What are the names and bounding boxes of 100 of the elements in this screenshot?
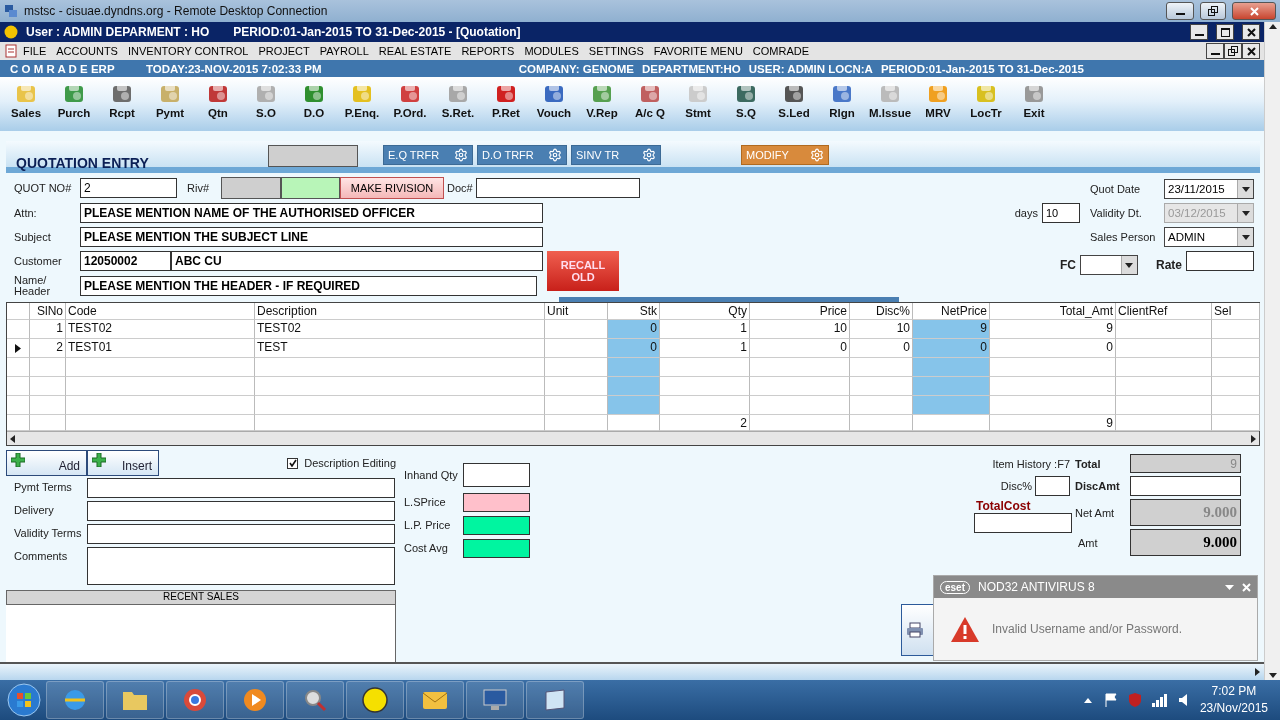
toolbar-button[interactable]: Exit xyxy=(1010,81,1058,131)
total-cost-field[interactable] xyxy=(974,513,1072,533)
value-field[interactable] xyxy=(463,515,530,535)
toolbar-button[interactable]: S.Q xyxy=(722,81,770,131)
column-header[interactable]: Qty xyxy=(660,303,750,320)
flag-icon[interactable] xyxy=(1103,693,1118,707)
toolbar-button[interactable]: S.Led xyxy=(770,81,818,131)
customer-code-field[interactable]: 12050002 xyxy=(80,251,171,271)
column-header[interactable]: ClientRef xyxy=(1116,303,1212,320)
toolbar-button[interactable]: A/c Q xyxy=(626,81,674,131)
comments-field[interactable] xyxy=(87,547,395,585)
action-button[interactable]: E.Q TRFR xyxy=(383,145,473,165)
maximize-button[interactable] xyxy=(1216,24,1234,40)
toolbar-button[interactable]: Rlgn xyxy=(818,81,866,131)
menu-item[interactable]: REAL ESTATE xyxy=(373,45,457,57)
toolbar-button[interactable]: Vouch xyxy=(530,81,578,131)
taskbar-button[interactable] xyxy=(526,681,584,719)
value-field[interactable] xyxy=(463,492,530,512)
scrollbar[interactable] xyxy=(0,662,1264,680)
toolbar-button[interactable]: Pymt xyxy=(146,81,194,131)
menu-item[interactable]: PROJECT xyxy=(253,45,315,57)
discount-percent-field[interactable] xyxy=(1035,476,1070,496)
toolbar-button[interactable]: M.Issue xyxy=(866,81,914,131)
column-header[interactable]: Price xyxy=(750,303,850,320)
menu-item[interactable]: FAVORITE MENU xyxy=(648,45,748,57)
close-button[interactable] xyxy=(1232,2,1276,20)
doc-number-field[interactable] xyxy=(476,178,640,198)
menu-item[interactable]: COMRADE xyxy=(747,45,815,57)
checkbox[interactable] xyxy=(287,457,299,469)
toolbar-button[interactable]: Qtn xyxy=(194,81,242,131)
column-header[interactable]: Total_Amt xyxy=(990,303,1116,320)
taskbar-button[interactable] xyxy=(106,681,164,719)
row-header[interactable] xyxy=(7,339,30,358)
toolbar-button[interactable]: S.Ret. xyxy=(434,81,482,131)
toolbar-button[interactable]: Stmt xyxy=(674,81,722,131)
column-header[interactable]: Sel xyxy=(1212,303,1260,320)
menu-item[interactable]: REPORTS xyxy=(456,45,520,57)
toolbar-button[interactable]: P.Enq. xyxy=(338,81,386,131)
customer-name-field[interactable]: ABC CU xyxy=(171,251,543,271)
column-header[interactable]: Unit xyxy=(545,303,608,320)
menu-item[interactable]: MODULES xyxy=(519,45,584,57)
close-button[interactable] xyxy=(1242,24,1260,40)
close-button[interactable] xyxy=(1242,43,1260,59)
toolbar-button[interactable]: Sales xyxy=(2,81,50,131)
toolbar-button[interactable]: MRV xyxy=(914,81,962,131)
minimize-button[interactable] xyxy=(1166,2,1194,20)
signal-icon[interactable] xyxy=(1151,693,1168,707)
date-dropdown[interactable]: 23/11/2015 xyxy=(1164,179,1254,199)
add-button[interactable]: Add xyxy=(6,450,87,476)
menu-item[interactable]: INVENTORY CONTROL xyxy=(122,45,254,57)
column-header[interactable]: Code xyxy=(66,303,255,320)
taskbar-button[interactable] xyxy=(406,681,464,719)
action-button[interactable]: SINV TR xyxy=(571,145,661,165)
menu-item[interactable]: ACCOUNTS xyxy=(51,45,123,57)
toolbar-button[interactable]: Rcpt xyxy=(98,81,146,131)
discount-amount-field[interactable] xyxy=(1130,476,1241,496)
taskbar-button[interactable] xyxy=(346,681,404,719)
taskbar-button[interactable] xyxy=(286,681,344,719)
quote-number-field[interactable]: 2 xyxy=(80,178,177,198)
toolbar-button[interactable]: P.Ret xyxy=(482,81,530,131)
value-field[interactable] xyxy=(463,538,530,558)
column-header[interactable]: SlNo xyxy=(30,303,66,320)
column-header[interactable]: Description xyxy=(255,303,545,320)
menu-item[interactable]: PAYROLL xyxy=(314,45,374,57)
menu-item[interactable]: SETTINGS xyxy=(583,45,649,57)
value-field[interactable] xyxy=(463,463,530,487)
taskbar-button[interactable] xyxy=(166,681,224,719)
restore-button[interactable] xyxy=(1224,43,1242,59)
clock[interactable]: 7:02 PM 23/Nov/2015 xyxy=(1191,683,1276,717)
toolbar-button[interactable]: LocTr xyxy=(962,81,1010,131)
text-field[interactable]: PLEASE MENTION NAME OF THE AUTHORISED OFFICER xyxy=(80,203,543,223)
toolbar-button[interactable]: D.O xyxy=(290,81,338,131)
toolbar-button[interactable]: V.Rep xyxy=(578,81,626,131)
text-field[interactable]: PLEASE MENTION THE SUBJECT LINE xyxy=(80,227,543,247)
days-field[interactable]: 10 xyxy=(1042,203,1080,223)
column-header[interactable]: Disc% xyxy=(850,303,913,320)
text-field[interactable] xyxy=(87,501,395,521)
scrollbar[interactable] xyxy=(7,431,1259,445)
menu-item[interactable]: FILE xyxy=(18,45,52,57)
text-field[interactable] xyxy=(87,524,395,544)
rate-field[interactable] xyxy=(1186,251,1254,271)
toolbar-button[interactable]: P.Ord. xyxy=(386,81,434,131)
speaker-icon[interactable] xyxy=(1177,693,1190,707)
restore-button[interactable] xyxy=(1200,2,1226,20)
recall-button[interactable]: RECALL OLD xyxy=(547,251,619,291)
text-field[interactable]: PLEASE MENTION THE HEADER - IF REQUIRED xyxy=(80,276,537,296)
sales-person-dropdown[interactable]: ADMIN xyxy=(1164,227,1254,247)
currency-dropdown[interactable] xyxy=(1080,255,1138,275)
caret-icon[interactable] xyxy=(1225,584,1234,590)
up-arrow-icon[interactable] xyxy=(1083,697,1092,703)
toolbar-button[interactable]: S.O xyxy=(242,81,290,131)
make-revision-button[interactable]: MAKE RIVISION xyxy=(340,177,444,199)
column-header[interactable]: NetPrice xyxy=(913,303,990,320)
column-header[interactable]: Stk xyxy=(608,303,660,320)
minimize-button[interactable] xyxy=(1190,24,1208,40)
taskbar-button[interactable] xyxy=(226,681,284,719)
minimize-button[interactable] xyxy=(1206,43,1224,59)
action-button[interactable]: D.O TRFR xyxy=(477,145,567,165)
start-button[interactable] xyxy=(4,681,44,719)
revision-field[interactable] xyxy=(221,177,281,199)
